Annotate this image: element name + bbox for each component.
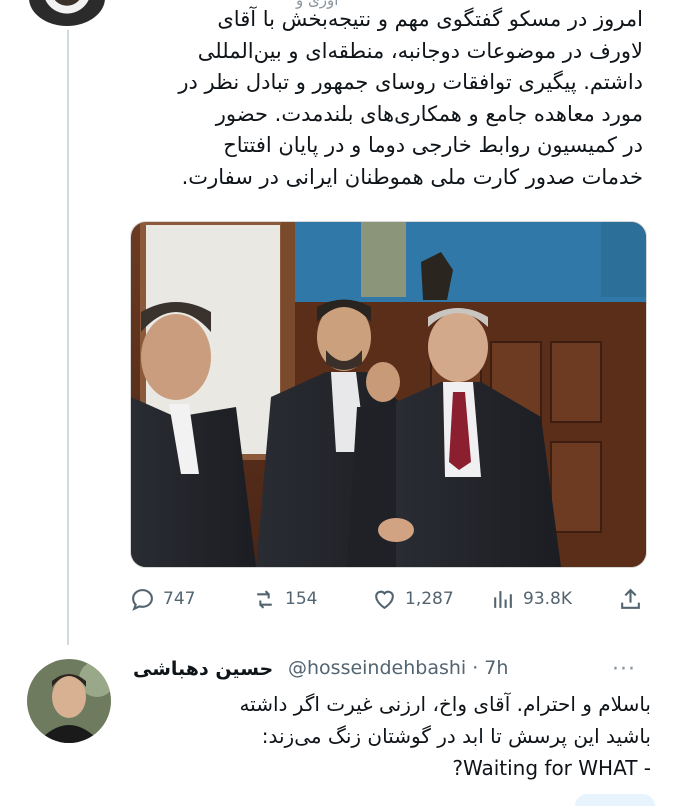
more-options-icon[interactable]: ··· — [612, 657, 636, 682]
tweet-photo[interactable] — [130, 221, 647, 568]
reply-author-name[interactable]: حسین دهباشی — [133, 658, 273, 680]
thread-line — [67, 30, 69, 645]
reply-icon — [132, 588, 153, 611]
retweet-action[interactable]: 154 — [252, 587, 317, 612]
reply-text: باسلام و احترام. آقای واخ، ارزنی غیرت اگ… — [239, 692, 651, 780]
scroll-indicator — [575, 794, 655, 806]
retweet-icon — [257, 589, 272, 609]
reply-count: 747 — [163, 589, 196, 609]
views-icon — [494, 590, 512, 608]
avatar-photo — [27, 659, 111, 743]
share-action[interactable] — [618, 587, 643, 612]
retweet-count: 154 — [285, 589, 318, 609]
tweet-actions: 747 154 1,287 93.8K — [128, 584, 648, 614]
reply-author-handle[interactable]: @hosseindehbashi · 7h — [288, 657, 508, 679]
reply-author-avatar[interactable] — [27, 659, 111, 743]
share-icon — [621, 588, 640, 609]
like-icon — [375, 590, 394, 609]
reply-action[interactable]: 747 — [130, 587, 195, 612]
views-count: 93.8K — [523, 589, 572, 609]
like-count: 1,287 — [405, 589, 454, 609]
author-avatar[interactable] — [29, 0, 105, 26]
views-action[interactable]: 93.8K — [490, 587, 572, 612]
photo-illustration — [131, 222, 646, 567]
like-action[interactable]: 1,287 — [372, 587, 454, 612]
tweet-text: امروز در مسکو گفتگوی مهم و نتیجه‌بخش با … — [178, 7, 643, 189]
